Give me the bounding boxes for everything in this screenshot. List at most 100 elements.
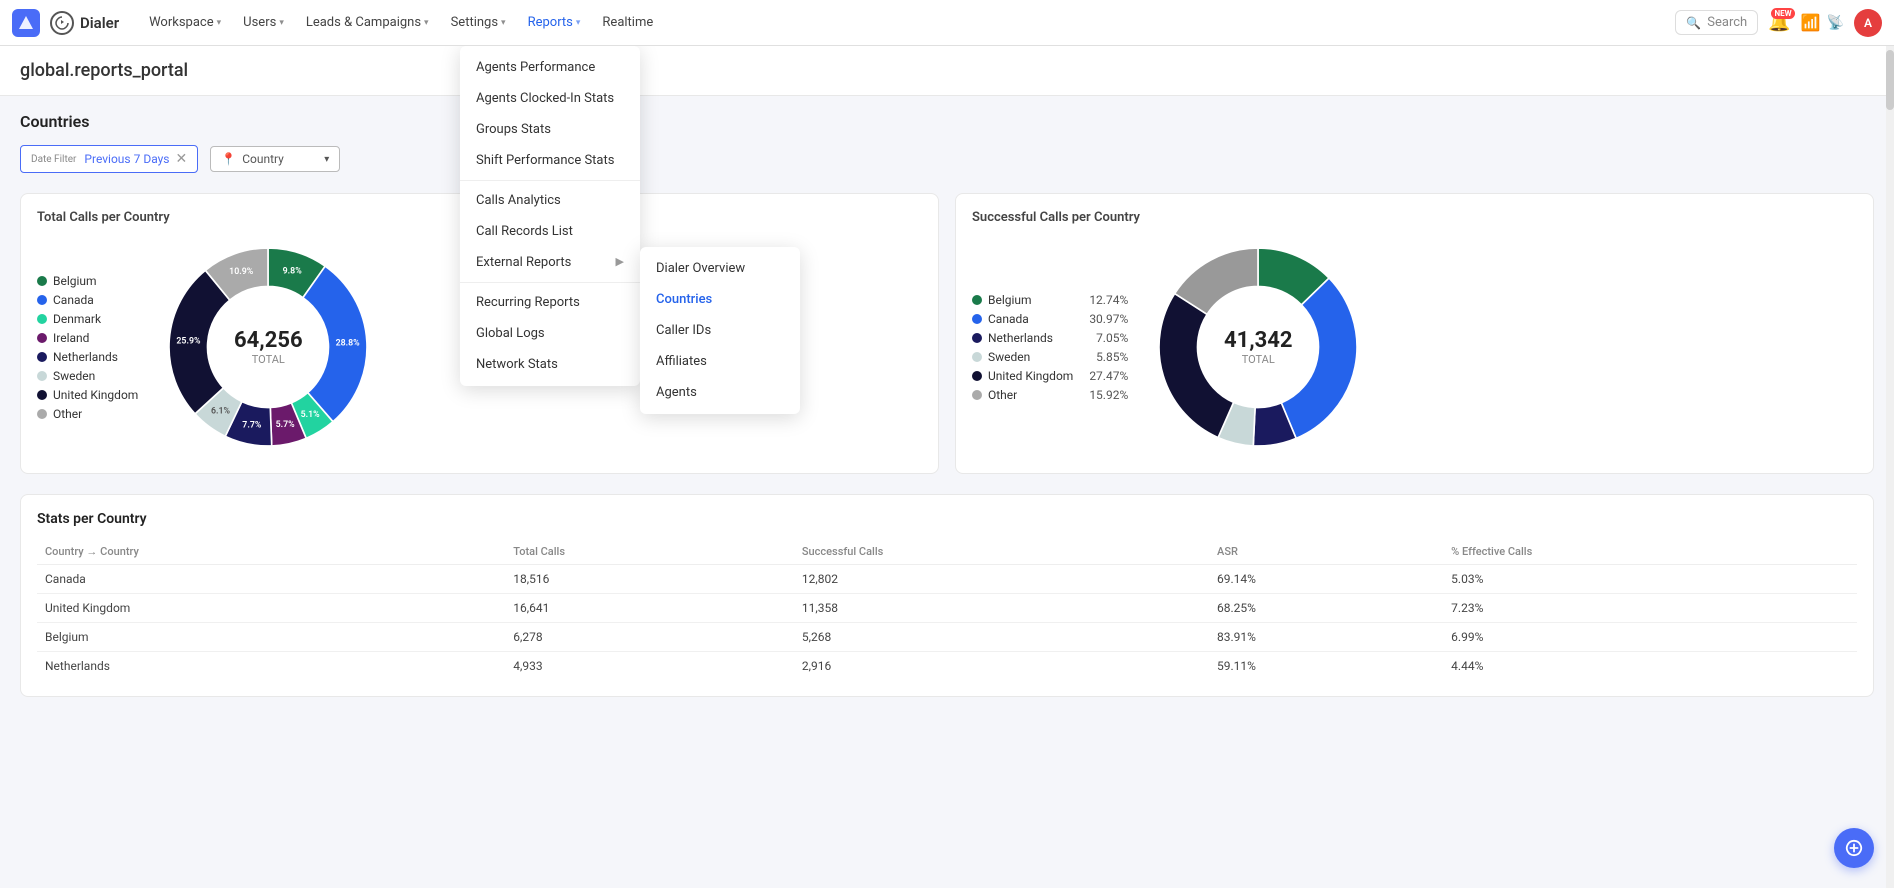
search-label: Search [1707,15,1747,30]
chevron-down-icon: ▾ [217,18,222,28]
submenu-caller-ids[interactable]: Caller IDs [640,315,800,346]
svg-text:9.8%: 9.8% [283,266,303,276]
legend-item: Netherlands [37,350,138,364]
date-filter[interactable]: Date Filter Previous 7 Days ✕ [20,145,198,173]
country-filter-label: Country [242,152,284,166]
page-title: global.reports_portal [20,60,1874,81]
legend-item: Sweden [37,369,138,383]
chevron-down-icon: ▾ [424,18,429,28]
col-total-calls: Total Calls [505,539,794,565]
legend-item: Other15.92% [972,388,1128,402]
table-row: Netherlands4,9332,91659.11%4.44% [37,652,1857,681]
scrollbar-track [1886,46,1894,888]
menu-agents-performance[interactable]: Agents Performance [460,52,640,83]
menu-call-records[interactable]: Call Records List [460,216,640,247]
nav-realtime[interactable]: Realtime [592,9,663,36]
donut-label: TOTAL [234,353,303,366]
fab-button[interactable] [1834,828,1874,868]
submenu-countries[interactable]: Countries [640,284,800,315]
country-filter[interactable]: 📍 Country ▾ [210,146,340,172]
successful-calls-chart-inner: Belgium12.74% Canada30.97% Netherlands7.… [972,237,1857,457]
svg-text:5.7%: 5.7% [276,420,296,430]
section-title: Countries [20,112,1874,131]
menu-network-stats[interactable]: Network Stats [460,349,640,380]
notification-bell[interactable]: 🔔 NEW [1768,12,1790,33]
date-filter-wrapper: Date Filter Previous 7 Days ✕ [20,145,198,173]
date-filter-value: Previous 7 Days [84,152,169,166]
stats-card: Stats per Country Country → Country Tota… [20,494,1874,697]
table-cell-successful_calls: 12,802 [794,565,1209,594]
table-cell-asr: 59.11% [1209,652,1443,681]
table-cell-effective: 5.03% [1443,565,1857,594]
legend-dot [37,371,47,381]
donut-center: 41,342 TOTAL [1224,328,1293,366]
signal-icon: 📡 [1827,15,1844,31]
nav-settings[interactable]: Settings ▾ [441,9,516,36]
legend-dot [972,390,982,400]
menu-groups-stats[interactable]: Groups Stats [460,114,640,145]
page-title-bar: global.reports_portal [0,46,1894,96]
col-asr: ASR [1209,539,1443,565]
divider [460,180,640,181]
chevron-down-icon: ▾ [324,154,329,165]
successful-calls-chart-title: Successful Calls per Country [972,210,1857,225]
stats-table-title: Stats per Country [37,511,1857,527]
menu-external-reports[interactable]: External Reports ▶ [460,247,640,278]
table-cell-asr: 83.91% [1209,623,1443,652]
legend-item: United Kingdom [37,388,138,402]
legend-dot [37,409,47,419]
successful-calls-chart-card: Successful Calls per Country Belgium12.7… [955,193,1874,474]
submenu-affiliates[interactable]: Affiliates [640,346,800,377]
menu-global-logs[interactable]: Global Logs [460,318,640,349]
table-cell-country: Belgium [37,623,505,652]
submenu-dialer-overview[interactable]: Dialer Overview [640,253,800,284]
app-logo[interactable] [12,9,40,37]
legend-dot [972,352,982,362]
chevron-down-icon: ▾ [501,18,506,28]
table-cell-total_calls: 6,278 [505,623,794,652]
main-content: Countries Date Filter Previous 7 Days ✕ … [0,96,1894,713]
table-cell-effective: 6.99% [1443,623,1857,652]
table-row: United Kingdom16,64111,35868.25%7.23% [37,594,1857,623]
nav-leads-campaigns[interactable]: Leads & Campaigns ▾ [296,9,439,36]
legend-item: Canada [37,293,138,307]
reports-menu: Agents Performance Agents Clocked-In Sta… [460,46,640,386]
legend-dot [37,352,47,362]
table-header-row: Country → Country Total Calls Successful… [37,539,1857,565]
navbar-right: 🔍 Search 🔔 NEW 📶 📡 A [1675,9,1882,37]
table-cell-successful_calls: 11,358 [794,594,1209,623]
svg-text:6.1%: 6.1% [211,406,231,416]
menu-calls-analytics[interactable]: Calls Analytics [460,185,640,216]
svg-text:25.9%: 25.9% [177,337,202,347]
table-cell-country: Netherlands [37,652,505,681]
legend-dot [972,295,982,305]
legend-dot [37,314,47,324]
pin-icon: 📍 [221,152,236,166]
svg-text:10.9%: 10.9% [229,267,254,277]
menu-recurring-reports[interactable]: Recurring Reports [460,287,640,318]
app-brand: Dialer [50,11,119,35]
chevron-down-icon: ▾ [279,18,284,28]
search-bar[interactable]: 🔍 Search [1675,10,1758,35]
legend-dot [972,333,982,343]
table-cell-asr: 68.25% [1209,594,1443,623]
nav-users[interactable]: Users ▾ [233,9,294,36]
navbar: Dialer Workspace ▾ Users ▾ Leads & Campa… [0,0,1894,46]
nav-reports[interactable]: Reports ▾ [518,9,591,36]
scrollbar-thumb[interactable] [1886,50,1894,110]
table-cell-effective: 4.44% [1443,652,1857,681]
legend-item: United Kingdom27.47% [972,369,1128,383]
app-name: Dialer [80,14,119,32]
menu-shift-performance[interactable]: Shift Performance Stats [460,145,640,176]
donut-total: 64,256 [234,328,303,353]
external-reports-submenu: Dialer Overview Countries Caller IDs Aff… [640,247,800,414]
donut-total: 41,342 [1224,328,1293,353]
date-filter-close-icon[interactable]: ✕ [176,151,188,167]
table-cell-total_calls: 16,641 [505,594,794,623]
menu-agents-clocked-in[interactable]: Agents Clocked-In Stats [460,83,640,114]
legend-dot [37,276,47,286]
nav-workspace[interactable]: Workspace ▾ [139,9,231,36]
submenu-agents[interactable]: Agents [640,377,800,408]
avatar[interactable]: A [1854,9,1882,37]
table-cell-total_calls: 18,516 [505,565,794,594]
